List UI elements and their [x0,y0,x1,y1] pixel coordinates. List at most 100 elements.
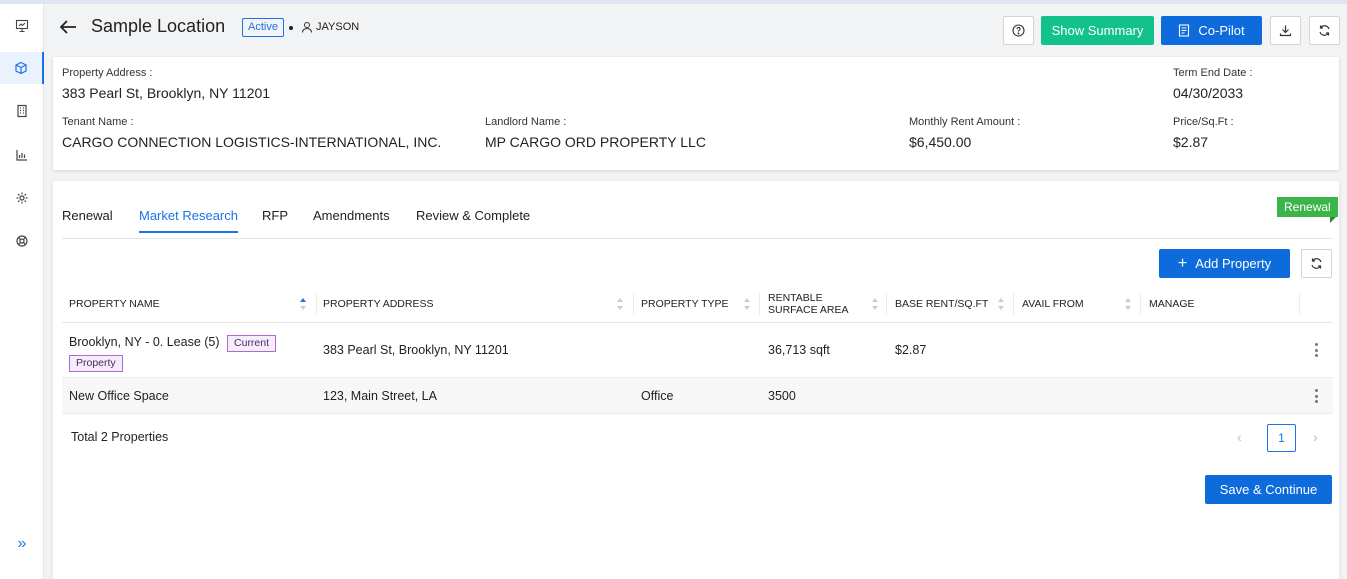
copilot-label: Co-Pilot [1198,23,1245,38]
col-property-type-label: PROPERTY TYPE [641,298,729,310]
chevron-left-icon[interactable]: ‹ [1237,429,1242,445]
term-end-value: 04/30/2033 [1173,85,1244,101]
sidebar-item-buildings[interactable] [0,95,44,127]
document-icon [1179,24,1190,37]
cell-base-rent: $2.87 [895,343,927,357]
column-divider [316,293,317,315]
col-property-name[interactable]: PROPERTY NAME [69,285,309,323]
sidebar-item-settings[interactable] [0,182,44,214]
price-sqft-value: $2.87 [1173,134,1209,150]
sort-icon[interactable] [871,297,879,311]
save-continue-button[interactable]: Save & Continue [1205,475,1332,504]
add-property-label: Add Property [1195,256,1272,271]
ribbon-tail [1330,217,1336,223]
property-address-value: 383 Pearl St, Brooklyn, NY 11201 [62,85,271,101]
total-count: Total 2 Properties [71,430,169,444]
refresh-icon [1311,258,1322,269]
col-base-rent-label: BASE RENT/SQ.FT [895,298,989,310]
support-icon [16,235,28,247]
col-property-type[interactable]: PROPERTY TYPE [641,285,751,323]
landlord-label: Landlord Name : [485,116,567,128]
cell-property-address: 383 Pearl St, Brooklyn, NY 11201 [323,343,509,357]
page-header: Sample Location Active JAYSON Show Summa… [53,8,1343,52]
show-summary-button[interactable]: Show Summary [1041,16,1154,45]
column-divider [633,293,634,315]
col-manage-label: MANAGE [1149,298,1195,310]
monthly-rent-label: Monthly Rent Amount : [909,116,1021,128]
col-avail-from-label: AVAIL FROM [1022,298,1084,310]
cell-property-address: 123, Main Street, LA [323,389,437,403]
market-research-card: Renewal Market Research RFP Amendments R… [53,181,1339,579]
download-icon [1279,25,1292,37]
tab-renewal[interactable]: Renewal [62,208,113,231]
sidebar-item-support[interactable] [0,225,44,257]
tab-amendments[interactable]: Amendments [313,208,390,231]
column-divider [1299,293,1300,315]
sidebar-item-properties[interactable] [0,52,44,84]
gear-icon [16,192,28,204]
monthly-rent-value: $6,450.00 [909,134,972,150]
building-icon [17,104,27,118]
tab-market-research[interactable]: Market Research [139,208,238,233]
status-badge: Active [242,18,284,37]
table-header: PROPERTY NAME PROPERTY ADDRESS PROPERTY … [62,285,1333,323]
current-tag-continued: Property [69,355,123,372]
properties-table: PROPERTY NAME PROPERTY ADDRESS PROPERTY … [62,285,1333,414]
copilot-button[interactable]: Co-Pilot [1161,16,1262,45]
presentation-icon [15,19,29,33]
bar-chart-icon [16,150,27,161]
refresh-button[interactable] [1309,16,1340,45]
download-button[interactable] [1270,16,1301,45]
sidebar-item-reports[interactable] [0,139,44,171]
double-chevron-right-icon[interactable]: » [0,532,44,556]
column-divider [886,293,887,315]
property-address-label: Property Address : [62,67,153,79]
col-avail-from[interactable]: AVAIL FROM [1022,285,1137,323]
column-divider [759,293,760,315]
sort-icon[interactable] [997,297,1005,311]
lease-info-card: Property Address : 383 Pearl St, Brookly… [53,57,1339,170]
property-name: Brooklyn, NY - 0. Lease (5) [69,335,220,349]
col-property-address-label: PROPERTY ADDRESS [323,298,434,310]
sort-asc-icon[interactable] [299,297,307,311]
col-property-address[interactable]: PROPERTY ADDRESS [323,285,628,323]
tab-review-complete[interactable]: Review & Complete [416,208,530,231]
page-number-button[interactable]: 1 [1267,424,1296,452]
term-end-label: Term End Date : [1173,67,1253,79]
add-property-button[interactable]: + Add Property [1159,249,1290,278]
tab-rfp[interactable]: RFP [262,208,288,231]
sort-icon[interactable] [616,297,624,311]
col-rentable-area[interactable]: RENTABLE SURFACE AREA [768,285,883,323]
sort-icon[interactable] [743,297,751,311]
page-title: Sample Location [91,16,226,36]
tenant-label: Tenant Name : [62,116,134,128]
tenant-value: CARGO CONNECTION LOGISTICS-INTERNATIONAL… [62,134,442,150]
col-manage: MANAGE [1149,285,1299,323]
cell-property-type: Office [641,389,674,403]
table-row[interactable]: New Office Space 123, Main Street, LA Of… [62,378,1333,414]
col-property-name-label: PROPERTY NAME [69,298,160,310]
sidebar-item-dashboard[interactable] [0,10,44,42]
help-icon [1012,24,1025,37]
help-button[interactable] [1003,16,1034,45]
cube-icon [15,61,27,75]
current-tag: Current [227,335,277,352]
plus-icon: + [1177,254,1188,272]
top-border [0,0,1347,4]
cell-property-name: Brooklyn, NY - 0. Lease (5) Current Prop… [69,332,309,372]
kebab-menu-icon[interactable] [1314,343,1318,357]
arrow-left-icon[interactable] [57,16,79,38]
kebab-menu-icon[interactable] [1314,389,1318,403]
cell-property-name: New Office Space [69,389,169,403]
chevron-right-icon[interactable]: › [1313,429,1318,445]
tab-bar: Renewal Market Research RFP Amendments R… [62,201,1333,239]
col-base-rent[interactable]: BASE RENT/SQ.FT [895,285,1015,323]
sort-icon[interactable] [1124,297,1132,311]
column-divider [1140,293,1141,315]
renewal-ribbon: Renewal [1277,197,1338,217]
user-name: JAYSON [316,21,360,33]
cell-rentable-area: 3500 [768,389,796,403]
table-row[interactable]: Brooklyn, NY - 0. Lease (5) Current Prop… [62,323,1333,378]
price-sqft-label: Price/Sq.Ft : [1173,116,1234,128]
table-refresh-button[interactable] [1301,249,1332,278]
